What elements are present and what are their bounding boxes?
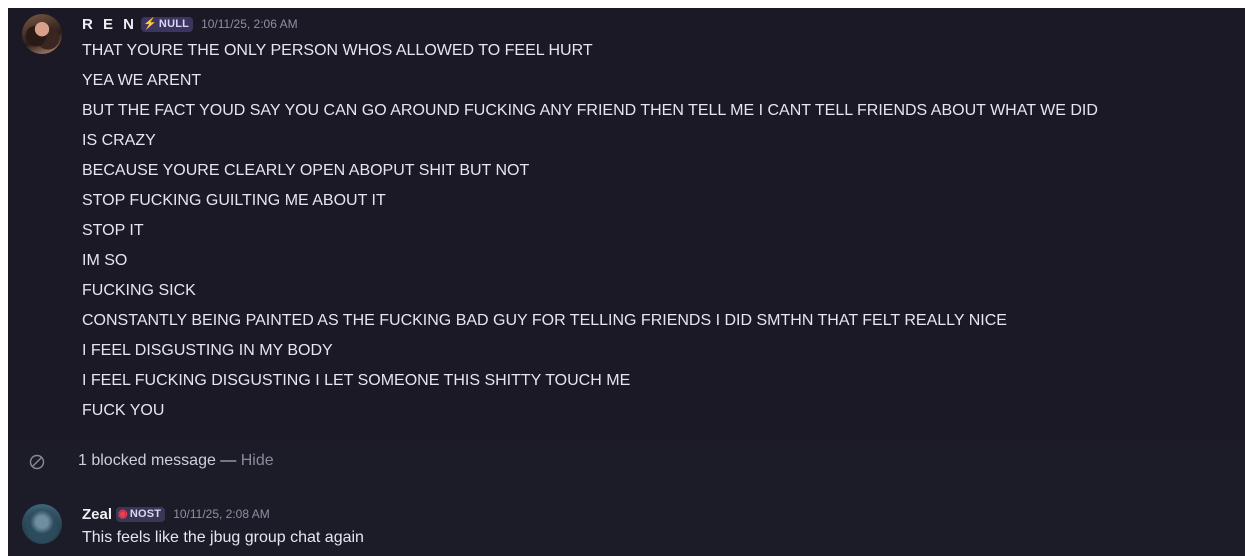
message-line: I FEEL FUCKING DISGUSTING I LET SOMEONE … — [82, 372, 631, 389]
chat-panel: R E N ⚡ NULL 10/11/25, 2:06 AM THAT YOUR… — [8, 8, 1245, 556]
message-line: BUT THE FACT YOUD SAY YOU CAN GO AROUND … — [82, 102, 1098, 119]
message-line: THAT YOURE THE ONLY PERSON WHOS ALLOWED … — [82, 42, 593, 59]
message-line: This feels like the jbug group chat agai… — [82, 529, 364, 546]
message-header: Zeal ◉ NOST 10/11/25, 2:08 AM — [82, 505, 270, 523]
blocked-message-row: 1 blocked message — Hide — [8, 447, 1245, 477]
red-ring-icon: ◉ — [118, 507, 128, 520]
message-group-ren: R E N ⚡ NULL 10/11/25, 2:06 AM THAT YOUR… — [8, 8, 1245, 441]
message-line: YEA WE ARENT — [82, 72, 202, 89]
message-line: I FEEL DISGUSTING IN MY BODY — [82, 342, 333, 359]
server-tag[interactable]: ⚡ NULL — [141, 16, 194, 32]
username[interactable]: Zeal — [82, 506, 112, 523]
timestamp: 10/11/25, 2:06 AM — [201, 17, 298, 31]
blocked-message-text: 1 blocked message — Hide — [78, 452, 274, 470]
message-line: IS CRAZY — [82, 132, 156, 149]
message-line: STOP IT — [82, 222, 144, 239]
blocked-separator: — — [215, 452, 241, 469]
message-header: R E N ⚡ NULL 10/11/25, 2:06 AM — [82, 15, 298, 33]
message-lines: THAT YOURE THE ONLY PERSON WHOS ALLOWED … — [82, 41, 1098, 431]
server-tag-label: NOST — [129, 508, 162, 520]
message-line: IM SO — [82, 252, 128, 269]
username[interactable]: R E N — [82, 16, 137, 33]
blocked-circle-icon — [29, 454, 45, 470]
avatar[interactable] — [22, 14, 62, 54]
server-tag[interactable]: ◉ NOST — [116, 506, 166, 522]
blocked-count-label: 1 blocked message — [78, 452, 216, 469]
lightning-bolt-icon: ⚡ — [143, 17, 157, 30]
message-line: BECAUSE YOURE CLEARLY OPEN ABOPUT SHIT B… — [82, 162, 530, 179]
avatar[interactable] — [22, 504, 62, 544]
server-tag-label: NULL — [158, 18, 190, 30]
hide-blocked-link[interactable]: Hide — [241, 452, 274, 469]
message-line: CONSTANTLY BEING PAINTED AS THE FUCKING … — [82, 312, 1007, 329]
timestamp: 10/11/25, 2:08 AM — [173, 507, 270, 521]
message-line: FUCK YOU — [82, 402, 165, 419]
message-line: STOP FUCKING GUILTING ME ABOUT IT — [82, 192, 386, 209]
message-line: FUCKING SICK — [82, 282, 196, 299]
